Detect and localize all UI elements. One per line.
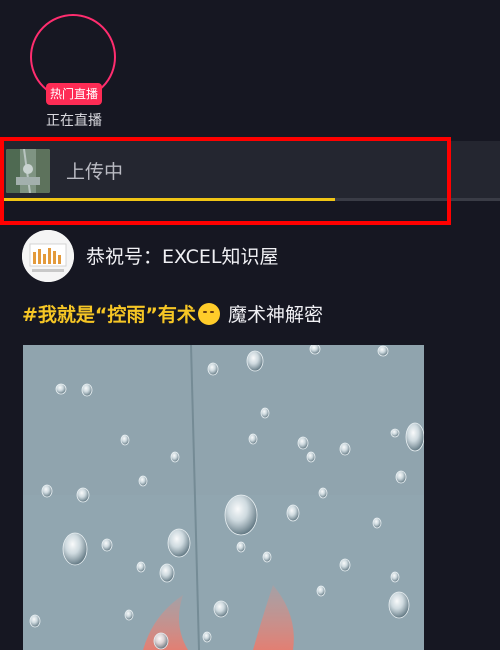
post-caption: #我就是“控雨”有术 魔术神解密 bbox=[22, 300, 323, 327]
live-avatar-block[interactable]: 热门直播 正在直播 bbox=[20, 8, 130, 133]
smirk-emoji-icon bbox=[197, 303, 220, 325]
upload-progress-fill bbox=[0, 198, 335, 201]
video-player[interactable] bbox=[23, 345, 424, 650]
author-name[interactable]: 恭祝号：EXCEL知识屋 bbox=[86, 242, 279, 269]
hashtag-link[interactable]: #我就是“控雨”有术 bbox=[22, 304, 196, 326]
live-caption: 正在直播 bbox=[46, 113, 102, 129]
upload-status-bar[interactable]: 上传中 bbox=[0, 141, 500, 201]
upload-progress-track bbox=[0, 198, 500, 201]
live-badge: 热门直播 bbox=[46, 83, 102, 105]
feed-screen: 热门直播 正在直播 上传中 恭祝号：EXCEL知识屋 #我就是“控雨”有术 魔术… bbox=[0, 0, 500, 650]
caption-text: 魔术神解密 bbox=[221, 304, 323, 326]
upload-status-text: 上传中 bbox=[66, 161, 124, 183]
author-avatar[interactable] bbox=[22, 230, 74, 282]
post-author-row[interactable]: 恭祝号：EXCEL知识屋 bbox=[22, 230, 482, 282]
upload-thumbnail bbox=[6, 149, 50, 193]
